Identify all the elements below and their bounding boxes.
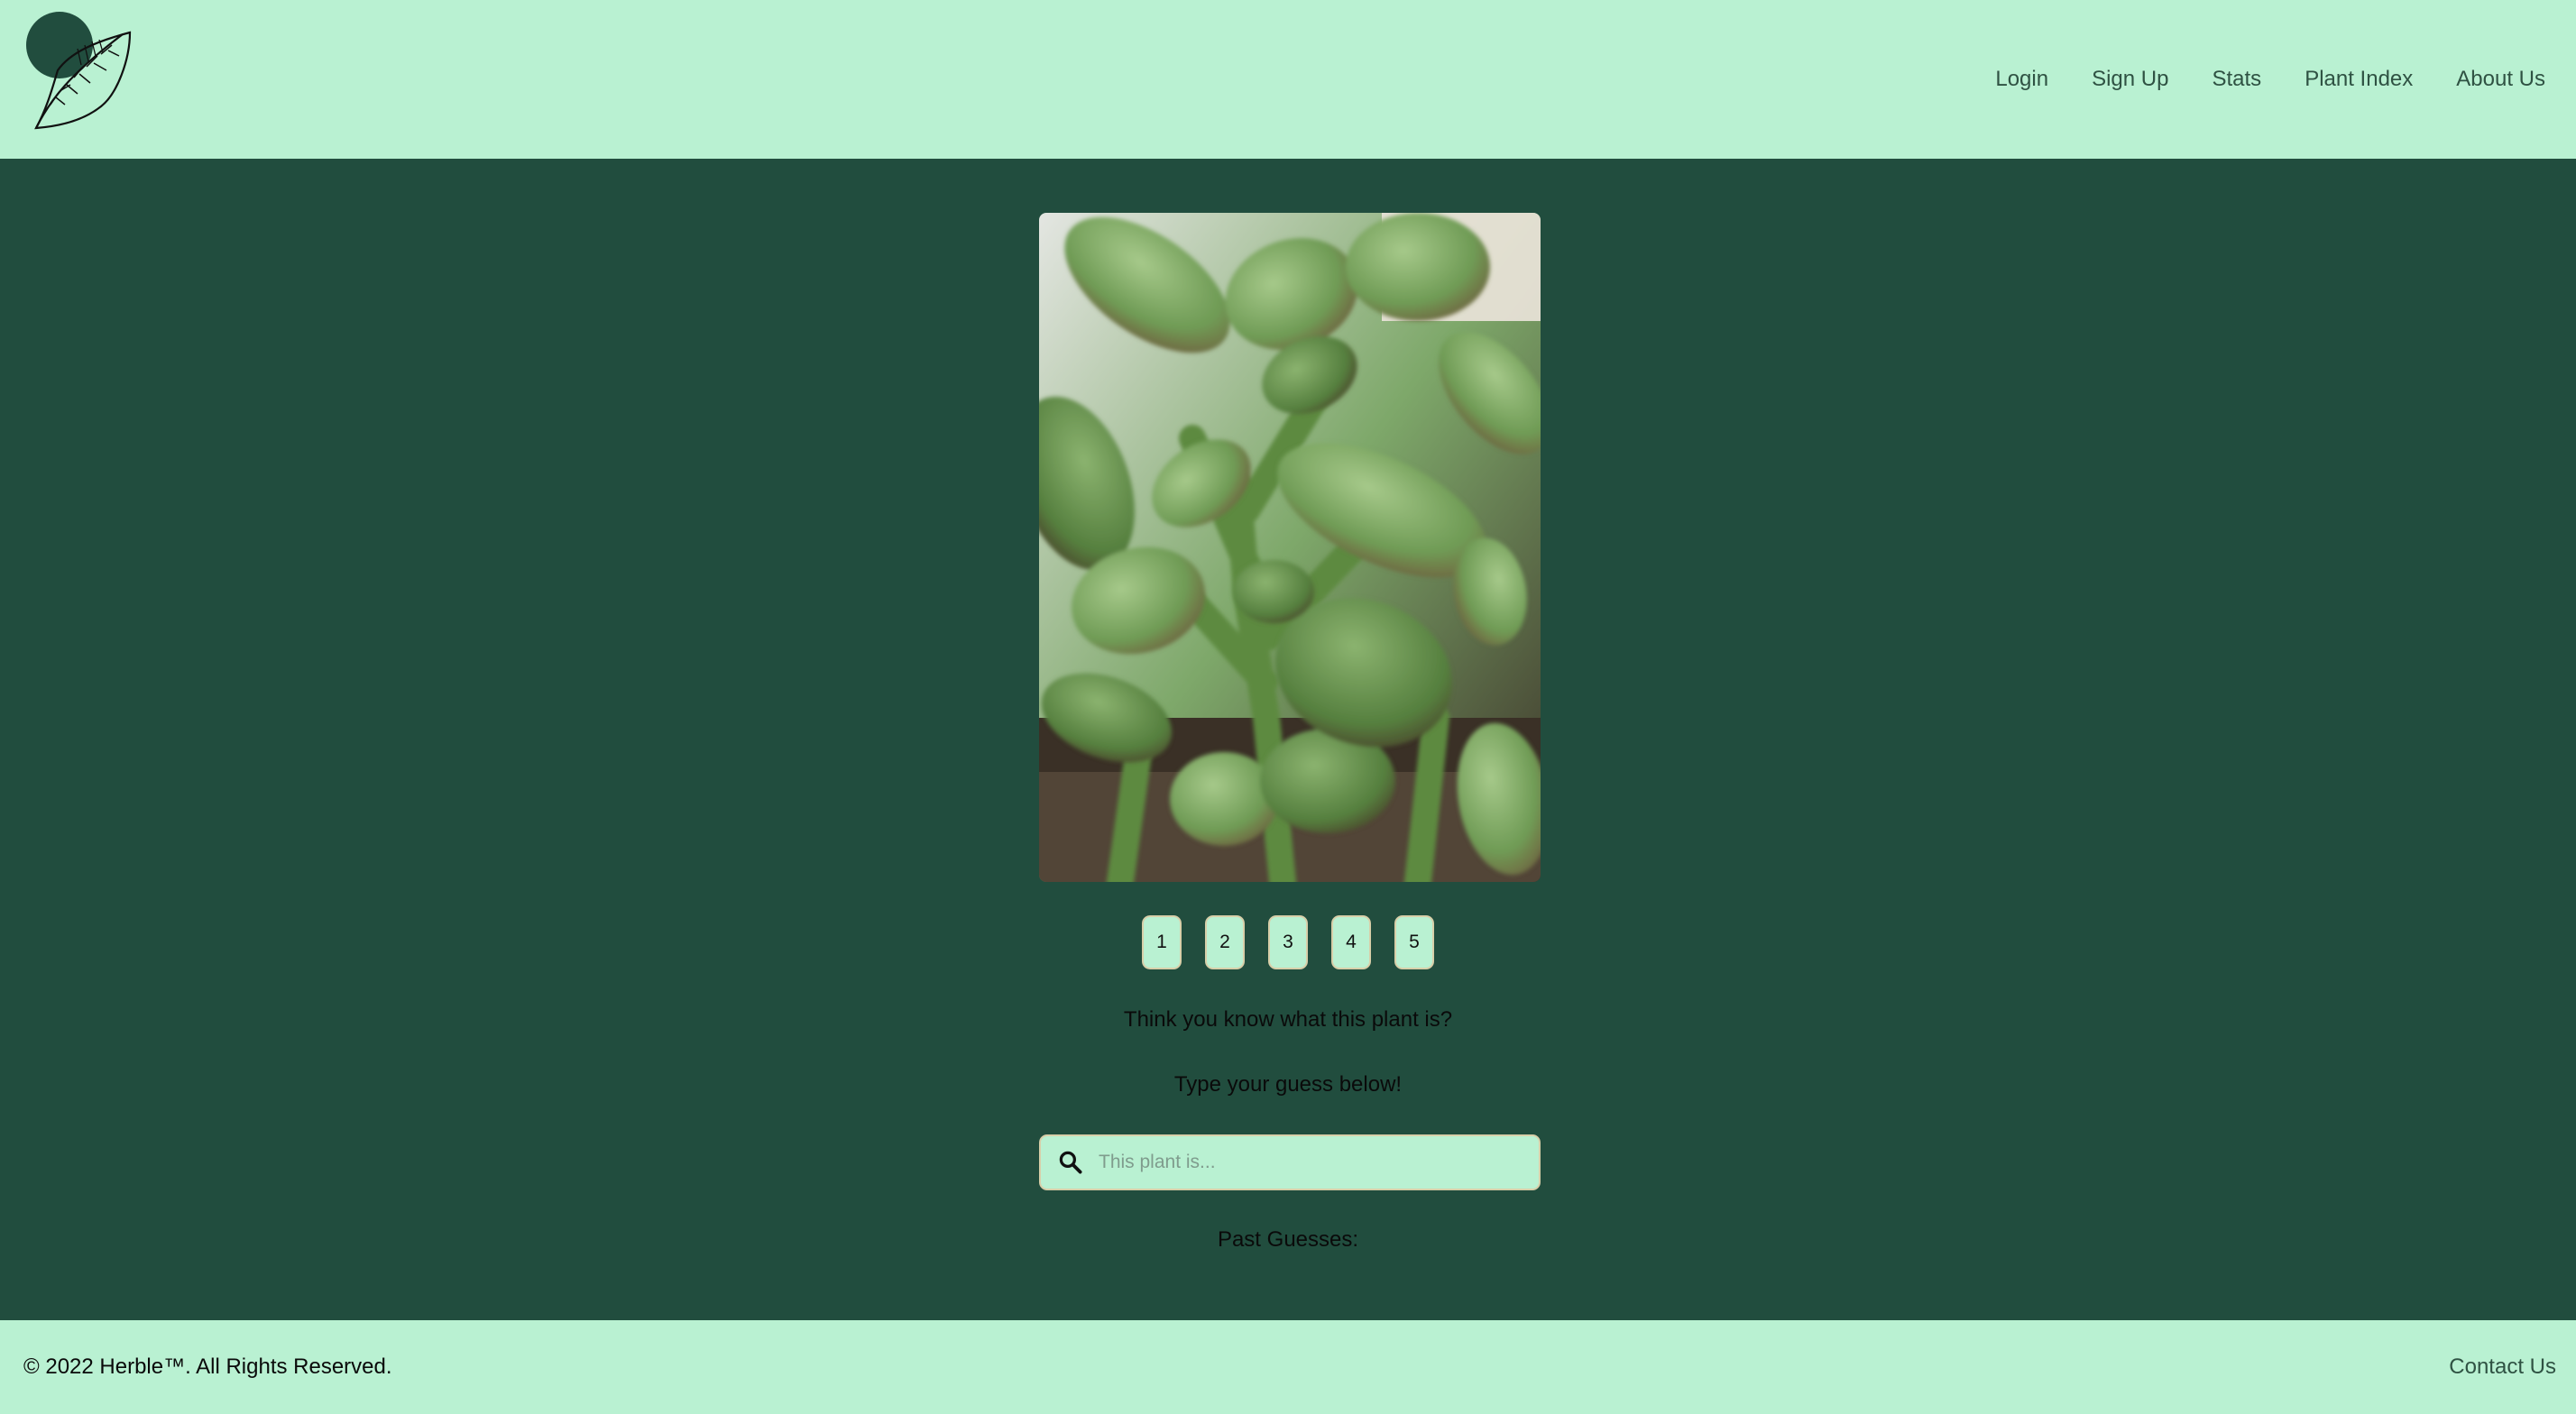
nav-login[interactable]: Login — [1995, 67, 2048, 92]
hint-button-3[interactable]: 3 — [1268, 915, 1308, 969]
main-nav: Login Sign Up Stats Plant Index About Us — [1995, 0, 2545, 159]
past-guesses-label: Past Guesses: — [1217, 1227, 1359, 1252]
guess-input[interactable] — [1097, 1135, 1539, 1189]
hint-button-1[interactable]: 1 — [1142, 915, 1182, 969]
hint-button-4[interactable]: 4 — [1331, 915, 1371, 969]
hint-button-5[interactable]: 5 — [1394, 915, 1434, 969]
hint-buttons: 1 2 3 4 5 — [0, 915, 2576, 969]
search-icon — [1059, 1151, 1082, 1174]
copyright-text: © 2022 Herble™. All Rights Reserved. — [23, 1354, 392, 1379]
site-footer: © 2022 Herble™. All Rights Reserved. Con… — [0, 1320, 2576, 1414]
plant-photo — [1039, 213, 1541, 882]
hint-button-2[interactable]: 2 — [1205, 915, 1245, 969]
guess-instruction: Type your guess below! — [1173, 1072, 1403, 1097]
nav-plant-index[interactable]: Plant Index — [2305, 67, 2413, 92]
nav-about-us[interactable]: About Us — [2456, 67, 2545, 92]
nav-sign-up[interactable]: Sign Up — [2092, 67, 2168, 92]
guess-search-box — [1039, 1134, 1541, 1190]
site-header: Login Sign Up Stats Plant Index About Us — [0, 0, 2576, 159]
leaf-logo-icon[interactable] — [23, 11, 135, 130]
contact-us-link[interactable]: Contact Us — [2449, 1320, 2556, 1414]
guess-prompt: Think you know what this plant is? — [1123, 1007, 1453, 1032]
nav-stats[interactable]: Stats — [2212, 67, 2261, 92]
